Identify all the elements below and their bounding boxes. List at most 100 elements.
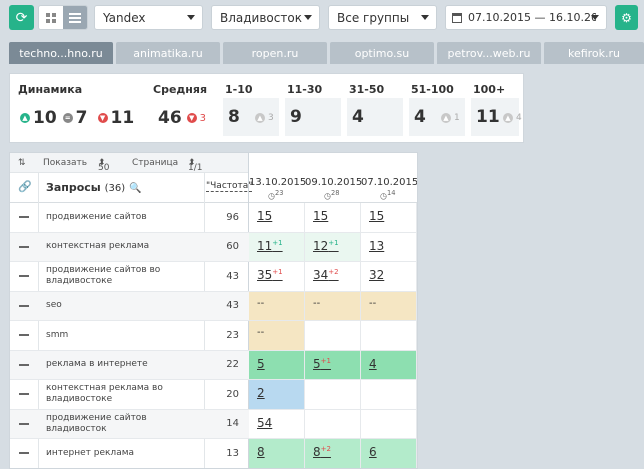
position-value[interactable]: 54 [257, 416, 272, 430]
position-value[interactable]: -- [313, 298, 320, 309]
bucket-box: 4 ▲ 1 [409, 98, 465, 136]
position-cell[interactable]: 5+1 [305, 350, 361, 380]
position-cell[interactable] [305, 409, 361, 439]
site-tab[interactable]: kefirok.ru [544, 42, 644, 64]
position-value[interactable]: 32 [369, 268, 384, 282]
position-cell[interactable]: 4 [361, 350, 417, 380]
position-cell[interactable]: 8 [249, 439, 305, 468]
position-cell[interactable]: 34+2 [305, 262, 361, 292]
position-cell[interactable] [305, 321, 361, 351]
position-cell[interactable]: 13 [361, 232, 417, 262]
frequency: 13 [226, 447, 239, 459]
collapse-icon[interactable] [19, 275, 29, 277]
chevron-down-icon [591, 15, 599, 20]
position-value[interactable]: 6 [369, 445, 377, 459]
collapse-icon[interactable] [19, 452, 29, 454]
position-value-wrap[interactable]: 8+2 [313, 445, 331, 459]
position-cell[interactable]: -- [249, 321, 305, 351]
position-value-wrap[interactable]: 35+1 [257, 268, 283, 282]
collapse-icon[interactable] [19, 245, 29, 248]
sort-icon[interactable]: ⇅ [18, 158, 26, 168]
view-toggle[interactable] [38, 5, 88, 30]
list-view-icon[interactable] [63, 6, 87, 29]
position-value-wrap[interactable]: 5+1 [313, 357, 331, 371]
positions-table: ⇅ Показать 50 ⬍ Страница 1/1 ⬍ 🔗 Запросы… [9, 152, 418, 469]
position-value-wrap[interactable]: 34+2 [313, 268, 339, 282]
position-cell[interactable]: 8+2 [305, 439, 361, 468]
position-value[interactable]: -- [257, 327, 264, 338]
position-cell[interactable]: 6 [361, 439, 417, 468]
grid-view-icon[interactable] [39, 6, 63, 29]
collapse-icon[interactable] [19, 363, 29, 366]
position-cell[interactable]: 5 [249, 350, 305, 380]
collapse-icon[interactable] [19, 216, 29, 218]
search-icon[interactable]: 🔍 [129, 183, 141, 194]
table-row[interactable]: реклама в интернете 22 [10, 350, 249, 380]
position-value[interactable]: 15 [257, 209, 272, 223]
region-select[interactable]: Владивосток [.ru] [211, 5, 320, 30]
position-cell[interactable]: 15 [305, 203, 361, 233]
position-cell[interactable]: -- [361, 291, 417, 321]
position-value[interactable]: 8 [257, 445, 265, 459]
position-cell[interactable]: 12+1 [305, 232, 361, 262]
site-tab[interactable]: ropen.ru [223, 42, 327, 64]
position-value-wrap[interactable]: 11+1 [257, 239, 283, 253]
search-engine-value: Yandex [103, 10, 146, 25]
site-tab[interactable]: techno...hno.ru [9, 42, 113, 64]
position-value[interactable]: 2 [257, 386, 265, 400]
position-value[interactable]: -- [257, 298, 264, 309]
date-range-value: 07.10.2015 — 16.10.2015 [468, 11, 596, 24]
position-cell[interactable]: 32 [361, 262, 417, 292]
position-value-wrap[interactable]: 12+1 [313, 239, 339, 253]
position-value[interactable]: 13 [369, 239, 384, 253]
link-icon[interactable]: 🔗 [18, 180, 32, 193]
date-column-header[interactable]: 07.10.2015 ◷14 [361, 153, 417, 203]
position-cell[interactable]: 11+1 [249, 232, 305, 262]
position-cell[interactable]: 15 [249, 203, 305, 233]
settings-button[interactable]: ⚙ [615, 5, 638, 30]
table-row[interactable]: продвижение сайтов 96 [10, 203, 249, 233]
position-cell[interactable]: -- [249, 291, 305, 321]
site-tab[interactable]: optimo.su [330, 42, 434, 64]
page-size-select[interactable]: 50 ⬍ [98, 158, 109, 173]
site-tab[interactable]: animatika.ru [116, 42, 220, 64]
position-value[interactable]: 5 [257, 357, 265, 371]
collapse-icon[interactable] [19, 422, 29, 425]
position-cell[interactable] [361, 380, 417, 410]
position-cell[interactable] [305, 380, 361, 410]
position-cell[interactable] [361, 321, 417, 351]
position-cell[interactable]: -- [305, 291, 361, 321]
table-row[interactable]: интернет реклама 13 [10, 439, 249, 468]
equal-icon: = [62, 113, 73, 123]
table-row[interactable]: smm 23 [10, 321, 249, 351]
position-value: 5 [313, 356, 321, 371]
table-row[interactable]: seo 43 [10, 291, 249, 321]
table-row[interactable]: контекстная реклама во владивостоке 20 [10, 380, 249, 410]
collapse-icon[interactable] [19, 393, 29, 395]
position-cell[interactable]: 35+1 [249, 262, 305, 292]
position-cell[interactable] [361, 409, 417, 439]
frequency: 60 [226, 241, 239, 253]
site-tab[interactable]: petrov...web.ru [437, 42, 541, 64]
search-engine-select[interactable]: Yandex [94, 5, 203, 30]
date-column-header[interactable]: 13.10.2015 ◷23 [249, 153, 306, 203]
table-row[interactable]: продвижение сайтов владивосток 14 [10, 409, 249, 439]
collapse-icon[interactable] [19, 304, 29, 307]
collapse-icon[interactable] [19, 334, 29, 336]
position-value[interactable]: 4 [369, 357, 377, 371]
groups-select[interactable]: Все группы [328, 5, 437, 30]
refresh-button[interactable]: ⟳ [9, 5, 34, 30]
date-column-header[interactable]: 09.10.2015 ◷28 [305, 153, 362, 203]
position-value[interactable]: 15 [369, 209, 384, 223]
date-range-picker[interactable]: 07.10.2015 — 16.10.2015 [445, 5, 607, 30]
position-value[interactable]: 15 [313, 209, 328, 223]
page-select[interactable]: 1/1 ⬍ [188, 158, 202, 173]
position-cell[interactable]: 54 [249, 409, 305, 439]
position-cell[interactable]: 15 [361, 203, 417, 233]
table-row[interactable]: продвижение сайтов во владивостоке 43 [10, 262, 249, 292]
position-value[interactable]: -- [369, 298, 376, 309]
table-row[interactable]: контекстная реклама 60 [10, 232, 249, 262]
position-cell[interactable]: 2 [249, 380, 305, 410]
frequency-header[interactable]: "Частота" [206, 181, 253, 192]
queries-header[interactable]: Запросы (36) 🔍 [46, 181, 141, 194]
